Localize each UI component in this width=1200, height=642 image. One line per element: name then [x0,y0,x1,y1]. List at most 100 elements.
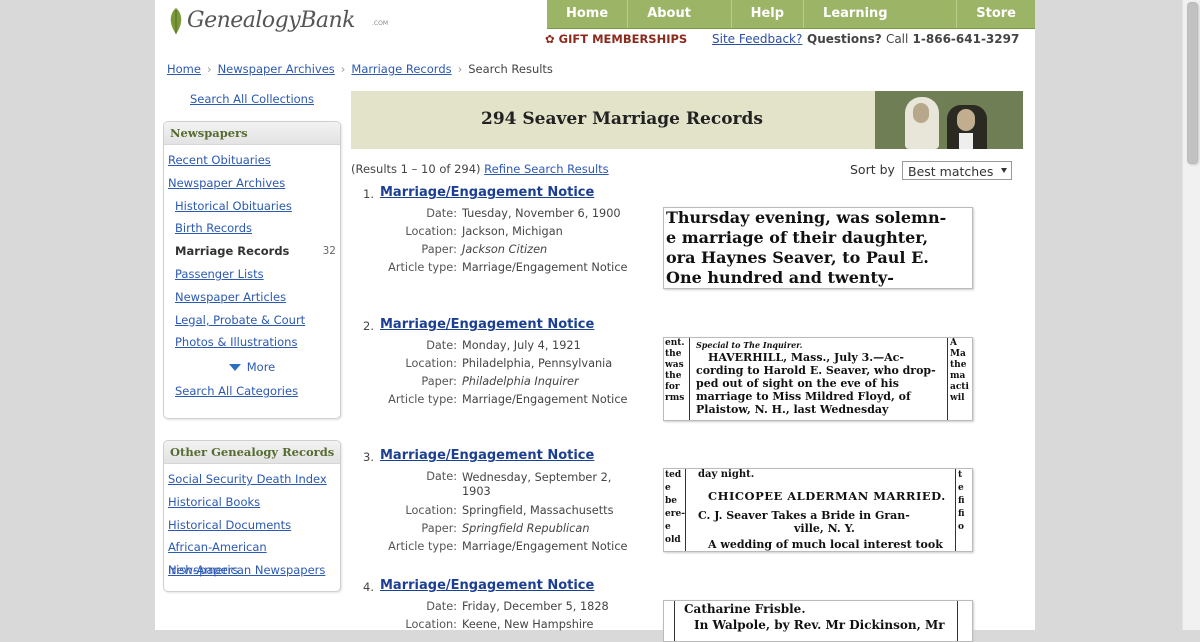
breadcrumb-home[interactable]: Home [167,62,201,76]
result-number: 4. [363,580,374,594]
paper-label: Paper: [421,522,457,535]
snippet-left-column: ted e be ere-e old [664,469,686,551]
genealogybank-logo[interactable]: GenealogyBank .COM [167,2,397,38]
results-range: (Results 1 – 10 of 294) [351,162,481,176]
result-title-link[interactable]: Marriage/Engagement Notice [380,185,594,200]
breadcrumb-marriage-records[interactable]: Marriage Records [351,62,451,76]
date-value: Friday, December 5, 1828 [462,600,609,613]
sort-select[interactable]: Best matches [902,161,1012,180]
article-snippet-image[interactable]: ent. the was the for rms A Ma the ma acti wil Spec… [663,337,973,421]
breadcrumb-newspaper-archives[interactable]: Newspaper Archives [218,62,335,76]
search-all-categories-row: Search All Categories [164,380,340,402]
link-passenger-lists[interactable]: Passenger Lists [175,267,264,281]
link-recent-obituaries[interactable]: Recent Obituaries [168,153,271,167]
snippet-line: CHICOPEE ALDERMAN MARRIED. [708,489,946,503]
link-irish-american-newspapers[interactable]: Irish-American Newspapers [168,563,325,577]
nav-store[interactable]: Store [956,0,1035,28]
breadcrumb-separator: › [457,62,463,76]
current-category-label: Marriage Records [175,244,290,259]
snippet-line: marriage to Miss Mildred Floyd, of [696,390,911,403]
link-ssdi[interactable]: Social Security Death Index [168,472,327,486]
questions-contact: Questions? Call 1-866-641-3297 [807,32,1019,46]
nav-about-us[interactable]: About Us [627,0,730,49]
list-item: Birth Records [164,217,340,240]
page-scrollbar[interactable] [1182,0,1200,630]
result-number: 1. [363,187,374,201]
scrollbar-thumb[interactable] [1187,2,1198,164]
bride-face [913,103,929,123]
location-label: Location: [405,357,457,370]
date-label: Date: [426,470,457,483]
list-item: Irish-American Newspapers [164,559,340,582]
breadcrumb-current: Search Results [468,62,553,76]
snippet-line: day night. [698,469,755,480]
current-category-marriage-records: Marriage Records 32 [164,240,340,263]
date-label: Date: [426,600,457,613]
location-label: Location: [405,618,457,631]
newspapers-box: Newspapers Recent Obituaries Newspaper A… [163,121,341,419]
list-item: African-American Newspapers [164,536,340,577]
results-banner: 294 Seaver Marriage Records [351,91,1023,149]
type-value: Marriage/Engagement Notice [462,261,628,274]
type-value: Marriage/Engagement Notice [462,393,628,406]
triangle-down-icon [228,364,241,372]
list-item: Historical Books [164,491,340,514]
paper-label: Paper: [421,375,457,388]
page: GenealogyBank .COM Home About Us Help Le… [155,0,1035,642]
type-label: Article type: [388,261,457,274]
snippet-line: ora Haynes Seaver, to Paul E. [666,248,929,267]
nav-learning-center[interactable]: Learning Center [803,0,956,49]
link-newspaper-articles[interactable]: Newspaper Articles [175,290,286,304]
link-birth-records[interactable]: Birth Records [175,221,252,235]
breadcrumb: Home › Newspaper Archives › Marriage Records… [167,62,553,76]
snippet-line: C. J. Seaver Takes a Bride in Gran- [698,509,910,522]
article-snippet-image[interactable]: Thursday evening, was solemn- e marriage… [663,207,973,289]
breadcrumb-separator: › [340,62,346,76]
gift-memberships-label: GIFT MEMBERSHIPS [558,32,688,46]
other-records-list: Social Security Death Index Historical B… [164,464,340,582]
link-photos-illustrations[interactable]: Photos & Illustrations [175,335,297,349]
location-value: Jackson, Michigan [462,225,563,238]
snippet-column-rule [674,601,675,641]
paper-value: Jackson Citizen [462,243,548,256]
nav-home[interactable]: Home [547,0,627,28]
link-legal-probate-court[interactable]: Legal, Probate & Court [175,313,305,327]
groom-collar [959,133,973,149]
article-snippet-image[interactable]: ted e be ere-e old t e fi fi o day night. CHICOP… [663,468,973,552]
snippet-line: HAVERHILL, Mass., July 3.—Ac- [708,351,904,364]
date-value: Monday, July 4, 1921 [462,339,581,352]
list-item: Historical Obituaries [164,195,340,218]
result-title-link[interactable]: Marriage/Engagement Notice [380,317,594,332]
result-title-link[interactable]: Marriage/Engagement Notice [380,578,594,593]
other-records-box-title: Other Genealogy Records [164,441,340,464]
search-all-categories-link[interactable]: Search All Categories [175,384,298,398]
other-records-box: Other Genealogy Records Social Security … [163,440,341,592]
result-title-link[interactable]: Marriage/Engagement Notice [380,448,594,463]
site-feedback-link[interactable]: Site Feedback? [712,32,802,46]
location-label: Location: [405,225,457,238]
search-all-collections-link[interactable]: Search All Collections [190,92,314,106]
more-button[interactable]: More [164,354,340,380]
date-value: Tuesday, November 6, 1900 [462,207,621,220]
detail-row: Article type: Marriage/Engagement Notice [351,393,631,411]
refine-search-link[interactable]: Refine Search Results [484,162,609,176]
call-label: Call [885,32,909,46]
link-historical-books[interactable]: Historical Books [168,495,260,509]
link-newspaper-archives[interactable]: Newspaper Archives [168,176,285,190]
location-value: Philadelphia, Pennsylvania [462,357,613,370]
result-item: 3. Marriage/Engagement Notice Date: Wedne… [351,448,981,568]
date-value: Wednesday, September 2, 1903 [462,471,612,498]
gift-memberships-link[interactable]: ✿ GIFT MEMBERSHIPS [545,32,687,46]
location-label: Location: [405,504,457,517]
nav-help[interactable]: Help [730,0,803,28]
list-item: Passenger Lists [164,263,340,286]
detail-row: Date: Friday, December 5, 1828 [351,600,631,618]
paper-value: Springfield Republican [462,522,590,535]
date-label: Date: [426,207,457,220]
list-item: Social Security Death Index [164,468,340,491]
article-snippet-image[interactable]: Catharine Frisble. In Walpole, by Rev. M… [663,600,973,642]
link-historical-documents[interactable]: Historical Documents [168,518,291,532]
link-historical-obituaries[interactable]: Historical Obituaries [175,199,292,213]
detail-row: Date: Tuesday, November 6, 1900 [351,207,631,225]
brand-name: GenealogyBank [187,8,355,33]
